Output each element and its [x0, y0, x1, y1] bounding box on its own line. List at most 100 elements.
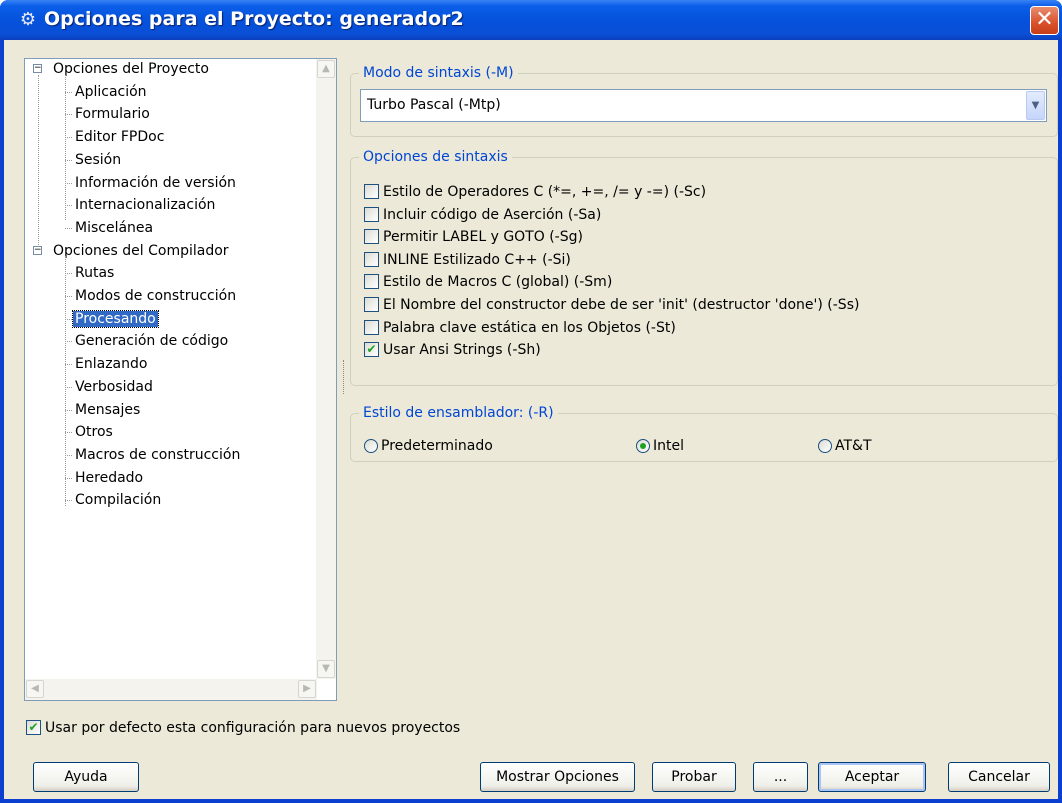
- radio-circle-icon[interactable]: [818, 439, 832, 453]
- radio-circle-icon[interactable]: [636, 439, 650, 453]
- tree-item[interactable]: Macros de construcción: [73, 444, 242, 466]
- tree-item[interactable]: Compilación: [73, 489, 163, 511]
- panel-splitter[interactable]: [343, 360, 346, 394]
- accept-button[interactable]: Aceptar: [818, 762, 926, 792]
- tree-item-label: Internacionalización: [75, 197, 216, 214]
- tree-group[interactable]: Opciones del Proyecto: [51, 59, 211, 80]
- cancel-button[interactable]: Cancelar: [948, 762, 1050, 792]
- tree-connector: [65, 256, 66, 506]
- syntax-option-label: INLINE Estilizado C++ (-Si): [383, 251, 571, 268]
- syntax-option-label: Palabra clave estática en los Objetos (-…: [383, 319, 676, 336]
- tree-item-label: Aplicación: [75, 83, 147, 100]
- tree-item[interactable]: Procesando: [72, 308, 159, 330]
- collapse-icon[interactable]: −: [33, 64, 42, 73]
- tree-connector: [65, 386, 72, 388]
- test-button[interactable]: Probar: [652, 762, 736, 792]
- tree-horizontal-scrollbar[interactable]: ◀ ▶: [25, 679, 317, 700]
- tree-item-label: Modos de construcción: [75, 288, 237, 304]
- checkbox-box[interactable]: [364, 229, 379, 245]
- title-bar[interactable]: ⚙ Opciones para el Proyecto: generador2 …: [0, 0, 1062, 40]
- collapse-icon[interactable]: −: [33, 245, 42, 255]
- checkbox-box[interactable]: [364, 206, 379, 222]
- tree-connector: [65, 273, 72, 275]
- tree-item[interactable]: Mensajes: [73, 399, 142, 421]
- tree-item[interactable]: Heredado: [73, 467, 145, 489]
- tree-item[interactable]: Internacionalización: [73, 194, 217, 216]
- scroll-down-icon[interactable]: ▼: [317, 660, 335, 678]
- tree-connector: [65, 341, 72, 343]
- tree-item[interactable]: Sesión: [73, 149, 123, 171]
- tree-connector: [65, 91, 72, 93]
- chevron-down-icon[interactable]: ▼: [1026, 91, 1045, 120]
- tree-item[interactable]: Información de versión: [73, 172, 238, 194]
- checkmark-icon[interactable]: ✔: [364, 342, 379, 358]
- scroll-up-icon[interactable]: ▲: [317, 60, 335, 78]
- tree-item[interactable]: Editor FPDoc: [73, 126, 166, 148]
- assembler-radio-label: AT&T: [835, 438, 872, 454]
- checkbox-box[interactable]: [364, 319, 379, 335]
- default-config-label: Usar por defecto esta configuración para…: [45, 720, 461, 736]
- tree-item[interactable]: Generación de código: [73, 330, 230, 352]
- tree-group[interactable]: Opciones del Compilador: [51, 240, 231, 262]
- tree-item-label: Editor FPDoc: [75, 129, 165, 146]
- syntax-mode-select[interactable]: Turbo Pascal (-Mtp) ▼: [360, 89, 1047, 122]
- tree-item-label: Miscelánea: [75, 219, 154, 236]
- tree-item[interactable]: Verbosidad: [73, 376, 155, 398]
- tree-connector: [65, 227, 72, 229]
- gear-icon: ⚙: [19, 9, 37, 30]
- tree-connector: [65, 159, 72, 161]
- tree-item[interactable]: Aplicación: [73, 81, 149, 103]
- syntax-options-title: Opciones de sintaxis: [359, 148, 512, 166]
- scroll-left-icon[interactable]: ◀: [26, 680, 44, 698]
- tree-item[interactable]: Modos de construcción: [73, 285, 238, 307]
- tree-connector: [65, 137, 72, 139]
- window-title: Opciones para el Proyecto: generador2: [44, 8, 464, 30]
- syntax-mode-title: Modo de sintaxis (-M): [359, 64, 518, 82]
- tree-item[interactable]: Enlazando: [73, 353, 149, 375]
- help-button[interactable]: Ayuda: [33, 762, 139, 792]
- tree-item-label: Sesión: [75, 151, 122, 168]
- assembler-radio-label: Predeterminado: [381, 438, 493, 454]
- scroll-right-icon[interactable]: ▶: [298, 680, 316, 698]
- options-tree[interactable]: Opciones del Proyecto − Aplicación Formular…: [24, 58, 337, 701]
- tree-item[interactable]: Rutas: [73, 262, 116, 284]
- syntax-option-label: Incluir código de Aserción (-Sa): [383, 206, 602, 223]
- tree-connector: [65, 318, 72, 320]
- tree-item-label: Opciones del Compilador: [53, 242, 229, 259]
- default-config-check-icon[interactable]: ✔: [26, 720, 41, 735]
- tree-item[interactable]: Otros: [73, 421, 115, 443]
- tree-item-label: Generación de código: [75, 333, 229, 350]
- checkbox-box[interactable]: [364, 274, 379, 290]
- tree-connector: [65, 409, 72, 411]
- tree-connector: [65, 205, 72, 207]
- checkbox-box[interactable]: [364, 184, 379, 199]
- checkbox-box[interactable]: [364, 251, 379, 267]
- tree-item-label: Verbosidad: [75, 378, 153, 395]
- tree-connector: [65, 364, 72, 366]
- tree-item-label: Mensajes: [75, 401, 141, 418]
- tree-content: Opciones del Proyecto − Aplicación Formular…: [25, 59, 317, 679]
- show-options-button[interactable]: Mostrar Opciones: [480, 762, 635, 792]
- tree-item-label: Opciones del Proyecto: [53, 61, 209, 77]
- tree-connector: [65, 432, 72, 434]
- tree-vertical-scrollbar[interactable]: ▲ ▼: [316, 59, 336, 679]
- checkbox-box[interactable]: [364, 297, 379, 312]
- tree-item-label: Información de versión: [75, 174, 236, 191]
- tree-item[interactable]: Formulario: [73, 103, 152, 125]
- assembler-style-title: Estilo de ensamblador: (-R): [359, 404, 558, 422]
- tree-connector: [65, 75, 66, 220]
- syntax-option-label: El Nombre del constructor debe de ser 'i…: [383, 297, 860, 313]
- close-button[interactable]: ✕: [1030, 6, 1059, 35]
- project-options-window: ⚙ Opciones para el Proyecto: generador2 …: [0, 0, 1062, 803]
- radio-dot-icon: [640, 443, 646, 449]
- dialog-client-area: Opciones del Proyecto − Aplicación Formular…: [4, 40, 1058, 799]
- tree-item[interactable]: Miscelánea: [73, 217, 155, 239]
- tree-item-label: Rutas: [75, 265, 115, 282]
- tree-item-label: Otros: [75, 424, 113, 441]
- syntax-option-label: Usar Ansi Strings (-Sh): [383, 342, 541, 359]
- tree-item-label: Compilación: [75, 492, 162, 509]
- more-button[interactable]: ...: [753, 762, 808, 792]
- radio-circle-icon[interactable]: [364, 439, 378, 453]
- syntax-option-label: Estilo de Macros C (global) (-Sm): [383, 274, 613, 291]
- tree-connector: [65, 477, 72, 479]
